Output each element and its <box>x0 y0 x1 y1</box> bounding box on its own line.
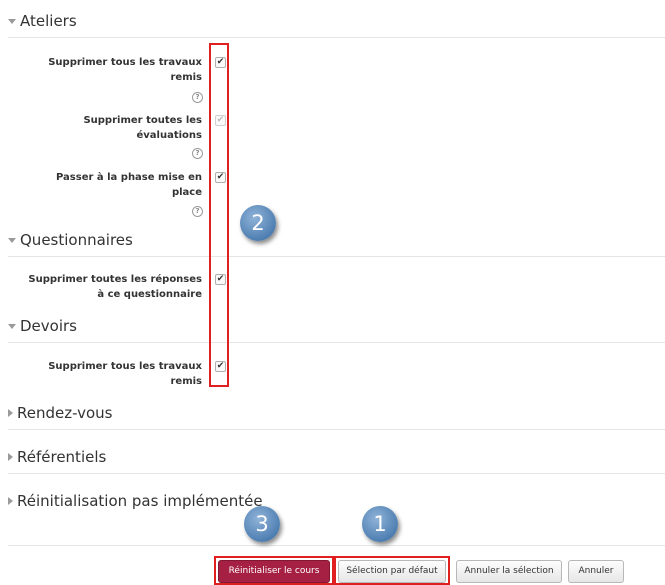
caret-down-icon <box>8 237 16 243</box>
label-line: Supprimer tous les travaux <box>48 57 202 68</box>
caret-right-icon <box>8 453 13 461</box>
caret-down-icon <box>8 323 16 329</box>
annotation-reset-highlight <box>214 556 334 585</box>
deselect-button[interactable]: Annuler la sélection <box>456 560 562 583</box>
divider <box>8 256 665 257</box>
annotation-bubble-3: 3 <box>244 506 280 542</box>
section-title: Questionnaires <box>20 231 133 249</box>
annotation-default-highlight <box>334 556 450 585</box>
caret-right-icon <box>8 497 13 505</box>
option-label-phase: Passer à la phase mise en place <box>56 170 202 200</box>
label-line: remis <box>170 72 202 83</box>
section-title: Devoirs <box>20 317 77 335</box>
section-ateliers-header[interactable]: Ateliers <box>8 12 77 30</box>
section-questionnaires-header[interactable]: Questionnaires <box>8 231 133 249</box>
annotation-checkbox-highlight <box>209 43 229 387</box>
section-reinit-header[interactable]: Réinitialisation pas implémentée <box>8 492 263 510</box>
option-label-delete-evals: Supprimer toutes les évaluations <box>83 113 202 143</box>
annotation-bubble-1: 1 <box>362 506 398 542</box>
label-line: Supprimer tous les travaux <box>48 361 202 372</box>
annotation-bubble-2: 2 <box>240 205 276 241</box>
option-label-questionnaire-delete: Supprimer toutes les réponses à ce quest… <box>28 272 202 302</box>
help-icon[interactable]: ? <box>192 148 203 159</box>
section-referentiels-header[interactable]: Référentiels <box>8 448 106 466</box>
section-devoirs-header[interactable]: Devoirs <box>8 317 77 335</box>
option-label-delete-works: Supprimer tous les travaux remis <box>48 55 202 85</box>
divider <box>8 545 665 546</box>
section-title: Ateliers <box>20 12 77 30</box>
label-line: évaluations <box>136 130 203 141</box>
section-title: Rendez-vous <box>17 404 113 422</box>
caret-down-icon <box>8 18 16 24</box>
section-title: Référentiels <box>17 448 107 466</box>
label-line: place <box>171 187 202 198</box>
section-rendezvous-header[interactable]: Rendez-vous <box>8 404 113 422</box>
divider <box>8 429 665 430</box>
label-line: Supprimer toutes les <box>83 115 202 126</box>
option-label-devoirs-delete: Supprimer tous les travaux remis <box>48 359 202 389</box>
help-icon[interactable]: ? <box>192 206 203 217</box>
label-line: Passer à la phase mise en <box>55 172 202 183</box>
label-line: Supprimer toutes les réponses <box>28 274 202 285</box>
section-title: Réinitialisation pas implémentée <box>17 492 263 510</box>
help-icon[interactable]: ? <box>192 92 203 103</box>
divider <box>8 473 665 474</box>
label-line: à ce questionnaire <box>97 289 202 300</box>
label-line: remis <box>170 376 202 387</box>
caret-right-icon <box>8 409 13 417</box>
divider <box>8 342 665 343</box>
divider <box>8 37 665 38</box>
cancel-button[interactable]: Annuler <box>568 560 624 583</box>
